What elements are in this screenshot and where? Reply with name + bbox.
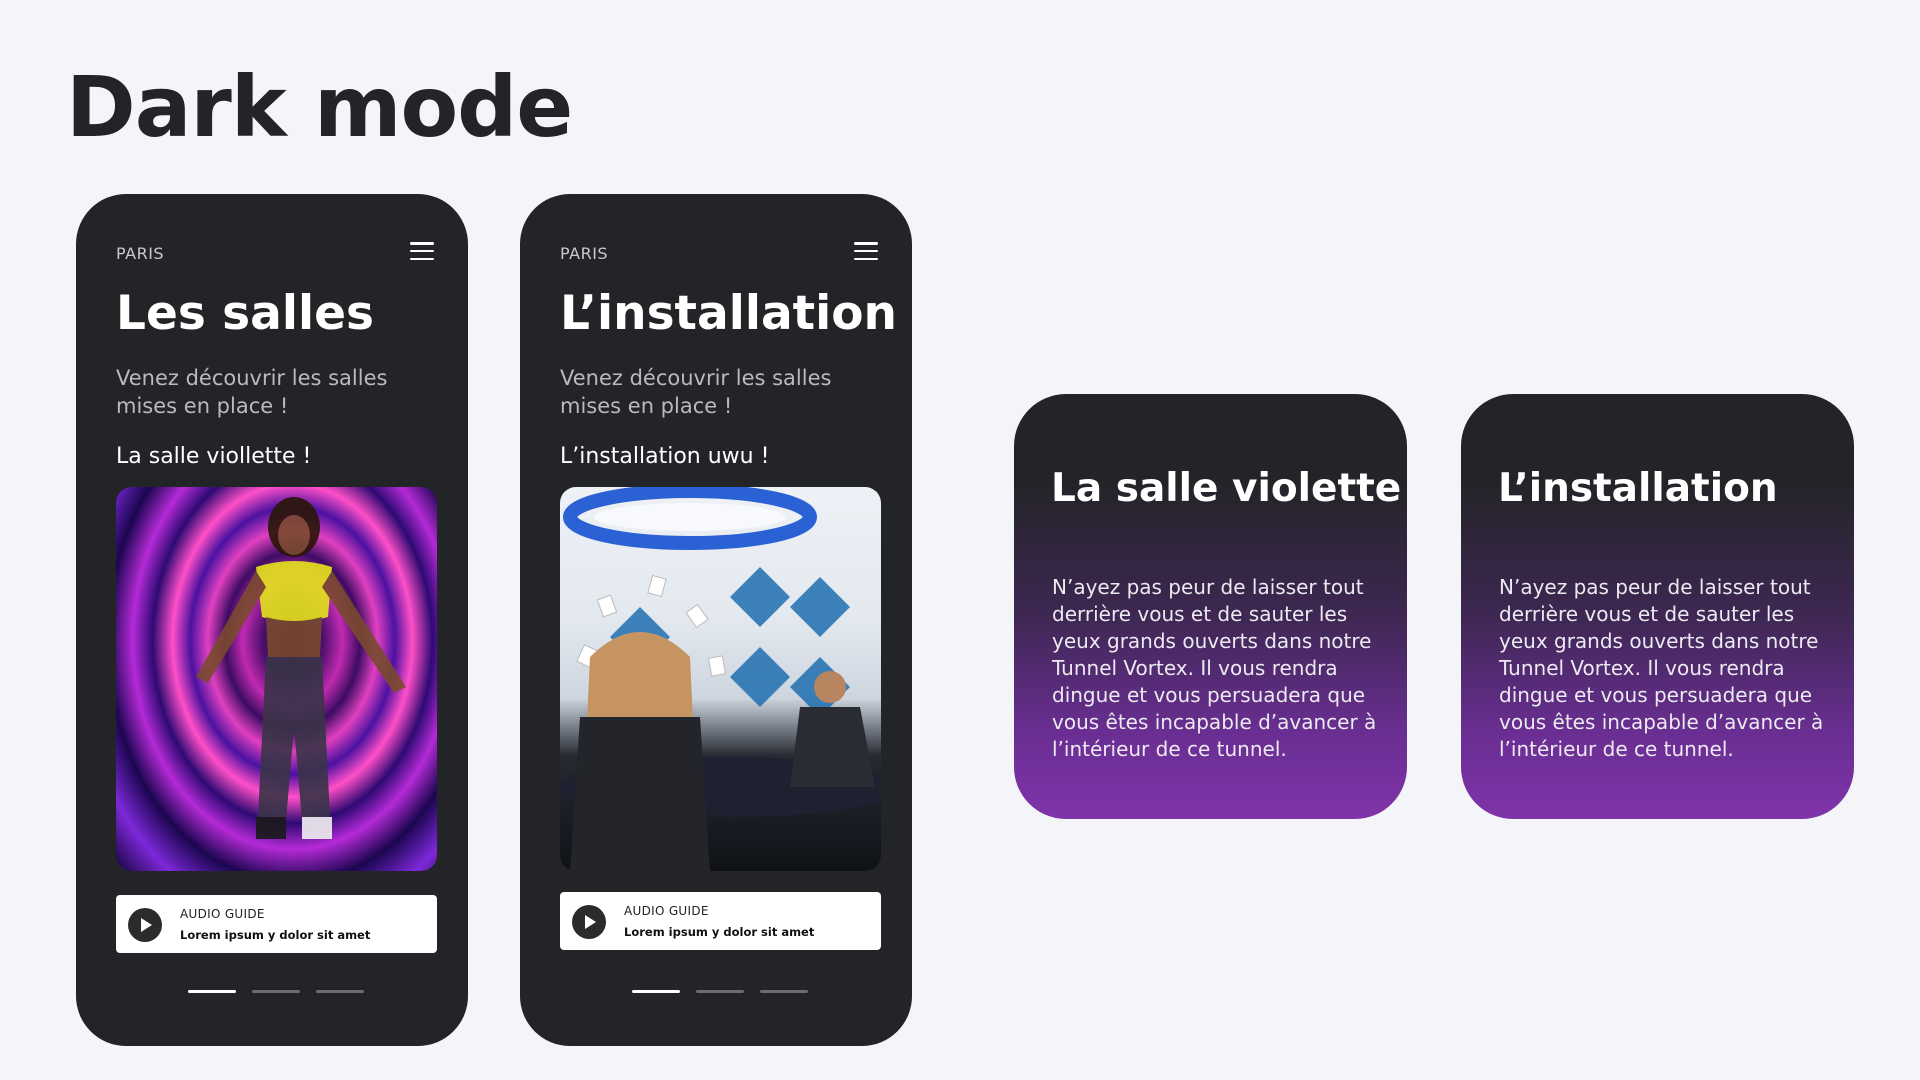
phone-screen-installation: PARIS L’installation Venez découvrir les… — [520, 194, 912, 1046]
page-dot[interactable] — [696, 990, 744, 993]
installation-scene — [560, 487, 881, 871]
audio-guide-text: Lorem ipsum y dolor sit amet — [624, 925, 815, 939]
audio-guide-text: Lorem ipsum y dolor sit amet — [180, 928, 371, 942]
page-dot[interactable] — [316, 990, 364, 993]
city-label: PARIS — [116, 244, 165, 263]
play-icon[interactable] — [128, 908, 162, 942]
person-silhouette — [196, 497, 406, 839]
screen-heading: Les salles — [116, 286, 374, 341]
audio-guide-title: AUDIO GUIDE — [624, 904, 709, 918]
page-indicator — [632, 990, 808, 993]
info-card-installation[interactable]: L’installation N’ayez pas peur de laisse… — [1461, 394, 1854, 819]
page-indicator — [188, 990, 364, 993]
hamburger-menu-icon[interactable] — [854, 242, 878, 260]
screen-subtitle: Venez découvrir les salles mises en plac… — [560, 366, 832, 418]
card-body: N’ayez pas peur de laisser tout derrière… — [1052, 575, 1377, 761]
hamburger-menu-icon[interactable] — [410, 242, 434, 260]
section-title: L’installation uwu ! — [560, 444, 770, 469]
page-dot-active[interactable] — [188, 990, 236, 993]
card-title: L’installation — [1498, 466, 1778, 511]
play-icon[interactable] — [572, 905, 606, 939]
card-title: La salle violette — [1051, 466, 1402, 511]
phone-screen-les-salles: PARIS Les salles Venez découvrir les sal… — [76, 194, 468, 1046]
page-dot-active[interactable] — [632, 990, 680, 993]
page-title: Dark mode — [66, 58, 573, 156]
page-dot[interactable] — [252, 990, 300, 993]
installation-photo[interactable] — [560, 487, 881, 871]
screen-heading: L’installation — [560, 286, 897, 341]
purple-tunnel-photo[interactable] — [116, 487, 437, 871]
section-title: La salle viollette ! — [116, 444, 312, 469]
card-body: N’ayez pas peur de laisser tout derrière… — [1499, 575, 1824, 761]
screen-subtitle: Venez découvrir les salles mises en plac… — [116, 366, 388, 418]
city-label: PARIS — [560, 244, 609, 263]
audio-guide-title: AUDIO GUIDE — [180, 907, 265, 921]
info-card-salle-violette[interactable]: La salle violette N’ayez pas peur de lai… — [1014, 394, 1407, 819]
audio-guide-player[interactable]: AUDIO GUIDE Lorem ipsum y dolor sit amet — [560, 892, 881, 950]
page-dot[interactable] — [760, 990, 808, 993]
audio-guide-player[interactable]: AUDIO GUIDE Lorem ipsum y dolor sit amet — [116, 895, 437, 953]
